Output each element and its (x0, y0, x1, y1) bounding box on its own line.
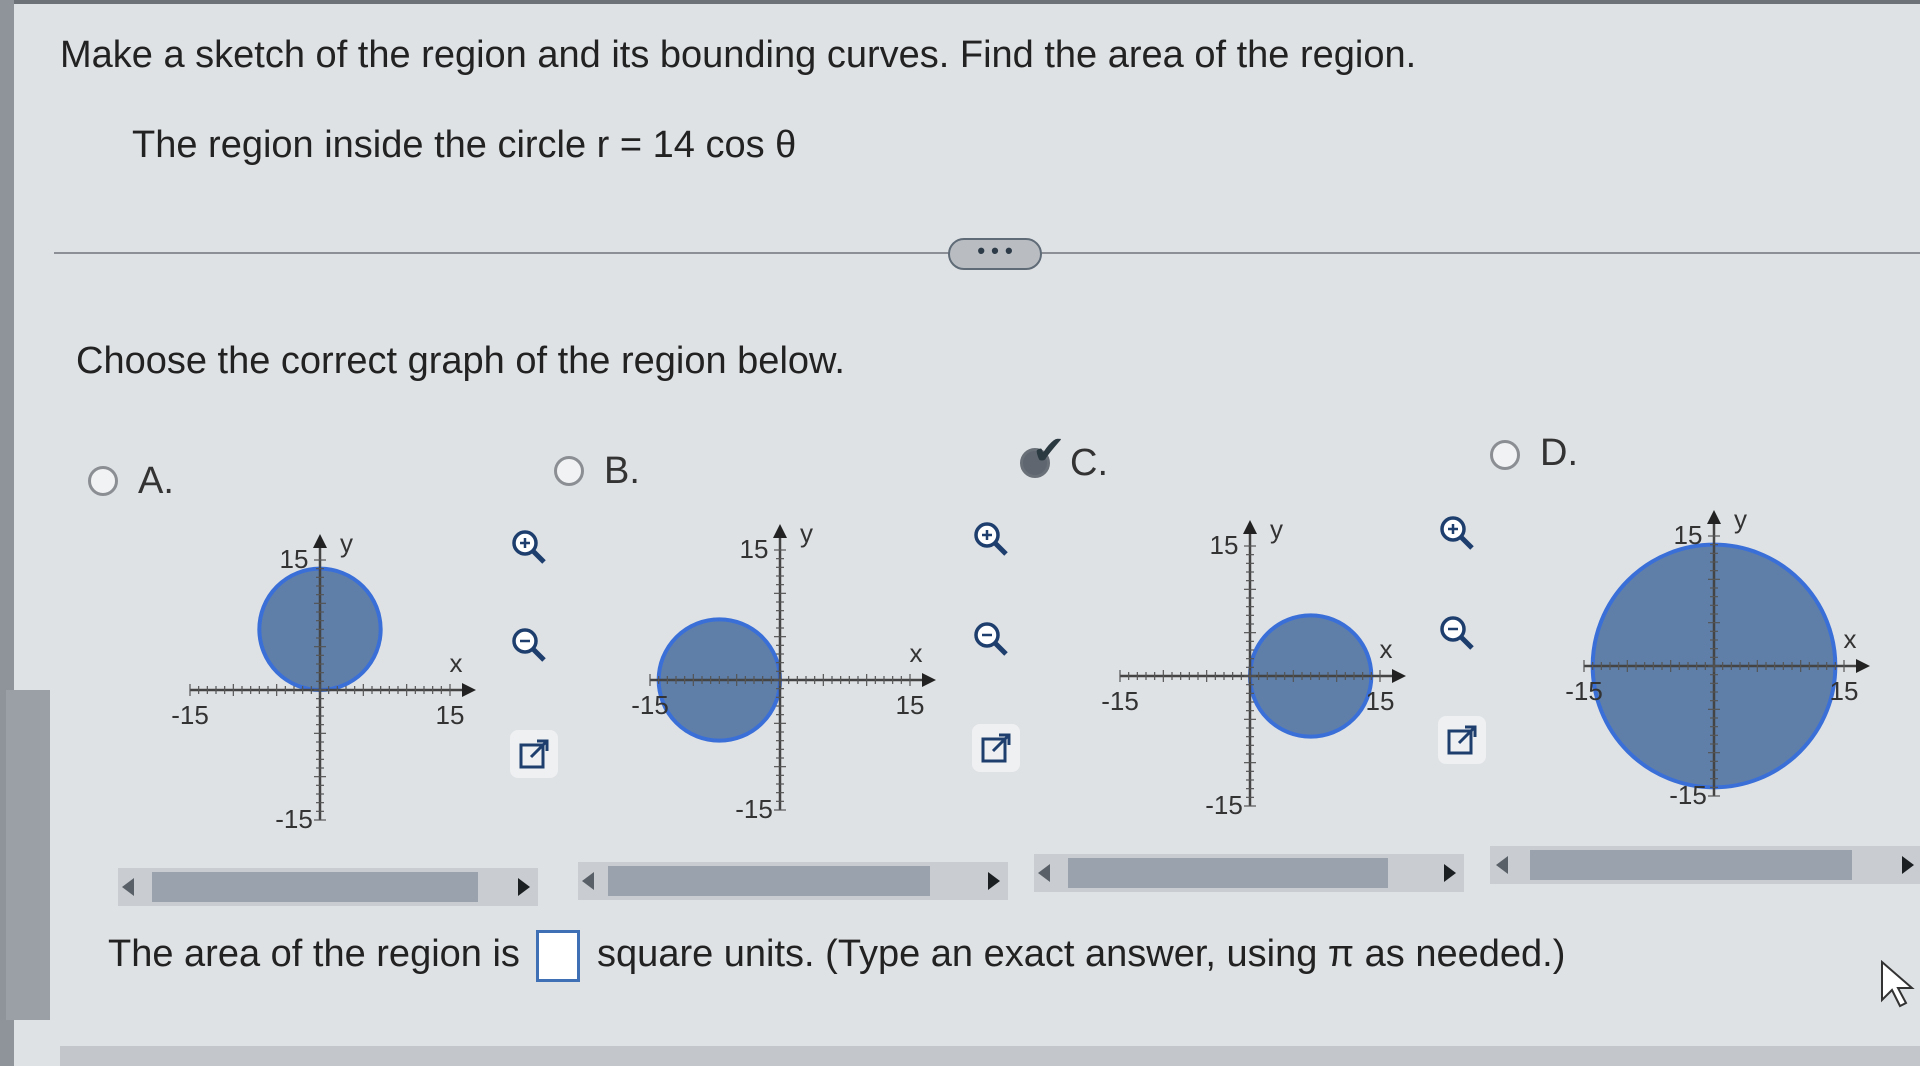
x-max-label: 15 (1830, 676, 1859, 706)
x-axis-label: x (1844, 624, 1857, 654)
option-a-graph: -15 15 15 -15 x y (171, 528, 476, 834)
x-min-label: -15 (631, 690, 669, 720)
option-a-scroll-right-icon[interactable] (518, 878, 530, 896)
option-d-scroll-right-icon[interactable] (1902, 856, 1914, 874)
answer-suffix: square units. (Type an exact answer, usi… (597, 933, 1566, 976)
option-b-hscroll-thumb[interactable] (608, 866, 930, 896)
x-max-label: 15 (896, 690, 925, 720)
x-axis-arrow-icon (462, 683, 476, 697)
mouse-cursor-icon (1881, 960, 1915, 1008)
y-axis-arrow-icon (1243, 520, 1257, 534)
option-b-zoom-in-icon[interactable] (966, 514, 1014, 562)
more-button[interactable]: • • • (948, 238, 1042, 270)
option-a-hscroll[interactable] (118, 868, 538, 906)
x-axis-label: x (450, 648, 463, 678)
option-c-open-new-icon[interactable] (1438, 716, 1486, 764)
y-max-label: 15 (740, 534, 769, 564)
option-b-hscroll[interactable] (578, 862, 1008, 900)
option-a-zoom-in-icon[interactable] (504, 522, 552, 570)
option-d-hscroll[interactable] (1490, 846, 1920, 884)
x-min-label: -15 (171, 700, 209, 730)
option-c-scroll-left-icon[interactable] (1038, 864, 1050, 882)
option-d-radio[interactable] (1490, 440, 1520, 470)
option-c-zoom-in-icon[interactable] (1432, 508, 1480, 556)
choose-prompt: Choose the correct graph of the region b… (76, 340, 845, 382)
y-axis-label: y (800, 518, 813, 548)
x-min-label: -15 (1565, 676, 1603, 706)
answer-prefix: The area of the region is (108, 933, 520, 976)
option-a-hscroll-thumb[interactable] (152, 872, 478, 902)
y-max-label: 15 (1674, 520, 1703, 550)
option-b-graph: -15 15 15 -15 x y (631, 518, 936, 824)
bottom-toolbar-edge (60, 1046, 1920, 1066)
x-axis-arrow-icon (922, 673, 936, 687)
option-c-label[interactable]: C. (1070, 442, 1108, 485)
window-top-edge (0, 0, 1920, 4)
y-max-label: 15 (1210, 530, 1239, 560)
option-a-label[interactable]: A. (138, 460, 174, 503)
y-min-label: -15 (735, 794, 773, 824)
option-b-scroll-left-icon[interactable] (582, 872, 594, 890)
option-b-scroll-right-icon[interactable] (988, 872, 1000, 890)
option-b-radio[interactable] (554, 456, 584, 486)
y-axis-label: y (1734, 504, 1747, 534)
y-axis-arrow-icon (773, 524, 787, 538)
y-min-label: -15 (1205, 790, 1243, 820)
x-axis-arrow-icon (1856, 659, 1870, 673)
option-d-label[interactable]: D. (1540, 432, 1578, 475)
x-max-label: 15 (436, 700, 465, 730)
option-b-open-new-icon[interactable] (972, 724, 1020, 772)
answer-input[interactable] (539, 938, 578, 985)
option-d-scroll-left-icon[interactable] (1496, 856, 1508, 874)
x-min-label: -15 (1101, 686, 1139, 716)
region-description: The region inside the circle r = 14 cos … (132, 124, 797, 166)
option-a-open-new-icon[interactable] (510, 730, 558, 778)
left-scrollbar-thumb[interactable] (6, 690, 50, 1020)
option-d-graph: -15 15 15 -15 x y (1565, 504, 1870, 810)
y-min-label: -15 (1669, 780, 1707, 810)
option-c-zoom-out-icon[interactable] (1432, 608, 1480, 656)
option-d-hscroll-thumb[interactable] (1530, 850, 1852, 880)
checkmark-icon: ✔ (1032, 429, 1066, 473)
y-axis-label: y (1270, 514, 1283, 544)
answer-input-box[interactable] (536, 930, 581, 985)
option-b-label[interactable]: B. (604, 450, 640, 493)
question-prompt: Make a sketch of the region and its boun… (60, 34, 1417, 76)
x-max-label: 15 (1366, 686, 1395, 716)
y-axis-arrow-icon (1707, 510, 1721, 524)
option-a-zoom-out-icon[interactable] (504, 620, 552, 668)
y-min-label: -15 (275, 804, 313, 834)
y-max-label: 15 (280, 544, 309, 574)
y-axis-arrow-icon (313, 534, 327, 548)
x-axis-label: x (1380, 634, 1393, 664)
option-c-scroll-right-icon[interactable] (1444, 864, 1456, 882)
option-c-graph: -15 15 15 -15 x y (1101, 514, 1406, 820)
option-c-hscroll-thumb[interactable] (1068, 858, 1388, 888)
answer-line: The area of the region is square units. … (108, 930, 1566, 985)
x-axis-arrow-icon (1392, 669, 1406, 683)
option-c-hscroll[interactable] (1034, 854, 1464, 892)
x-axis-label: x (910, 638, 923, 668)
y-axis-label: y (340, 528, 353, 558)
option-a-scroll-left-icon[interactable] (122, 878, 134, 896)
option-a-radio[interactable] (88, 466, 118, 496)
option-b-zoom-out-icon[interactable] (966, 614, 1014, 662)
